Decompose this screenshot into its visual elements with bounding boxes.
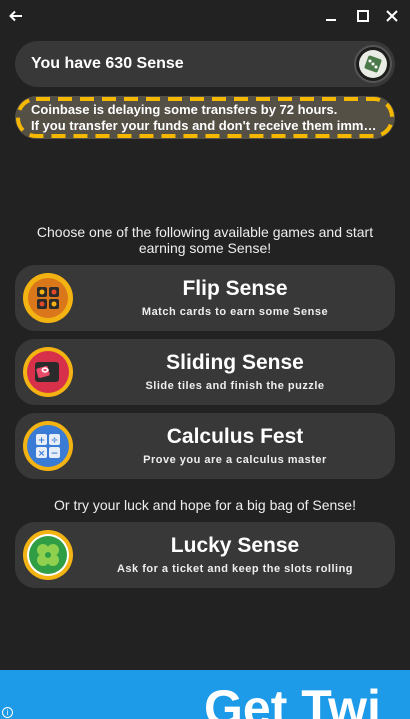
game-subtitle: Match cards to earn some Sense — [141, 306, 329, 318]
close-icon[interactable] — [382, 6, 402, 26]
game-title: Sliding Sense — [166, 351, 304, 374]
game-title: Lucky Sense — [170, 534, 300, 557]
game-subtitle: Ask for a ticket and keep the slots roll… — [116, 563, 354, 575]
svg-text:+: + — [38, 436, 46, 446]
game-title: Calculus Fest — [166, 425, 304, 448]
notice-line-2: If you transfer your funds and don't rec… — [31, 118, 377, 133]
dice-avatar-icon[interactable] — [354, 45, 392, 83]
games-intro-text: Choose one of the following available ga… — [36, 224, 374, 256]
notice-line-1: Coinbase is delaying some transfers by 7… — [31, 102, 338, 117]
maximize-icon[interactable] — [353, 6, 373, 26]
transfer-delay-notice[interactable]: Coinbase is delaying some transfers by 7… — [15, 96, 395, 139]
window-titlebar — [0, 0, 410, 32]
game-card-calculus-fest[interactable]: + ÷ × − Calculus Fest Prove you are a ca… — [15, 413, 395, 479]
svg-text:−: − — [51, 449, 59, 459]
game-subtitle: Slide tiles and finish the puzzle — [145, 380, 325, 392]
sense-balance-bar: You have 630 Sense — [15, 41, 395, 87]
calculator-icon: + ÷ × − — [22, 420, 74, 472]
four-leaf-clover-icon — [22, 529, 74, 581]
sliding-puzzle-icon — [22, 346, 74, 398]
ad-headline: Get Twi — [204, 680, 381, 719]
notice-message: Coinbase is delaying some transfers by 7… — [31, 102, 379, 134]
balance-label: You have 630 Sense — [31, 55, 184, 72]
game-card-sliding-sense[interactable]: Sliding Sense Slide tiles and finish the… — [15, 339, 395, 405]
game-title: Flip Sense — [182, 277, 288, 300]
game-card-flip-sense[interactable]: Flip Sense Match cards to earn some Sens… — [15, 265, 395, 331]
svg-text:÷: ÷ — [51, 436, 59, 446]
lucky-intro-text: Or try your luck and hope for a big bag … — [54, 497, 356, 513]
game-card-lucky-sense[interactable]: Lucky Sense Ask for a ticket and keep th… — [15, 522, 395, 588]
flip-cards-icon — [22, 272, 74, 324]
svg-text:×: × — [38, 449, 46, 459]
ad-banner[interactable]: Get Twi i — [0, 670, 410, 719]
minimize-icon[interactable] — [321, 6, 341, 26]
game-subtitle: Prove you are a calculus master — [143, 454, 327, 466]
ad-info-icon[interactable]: i — [2, 707, 13, 718]
back-arrow-icon[interactable] — [6, 6, 26, 26]
